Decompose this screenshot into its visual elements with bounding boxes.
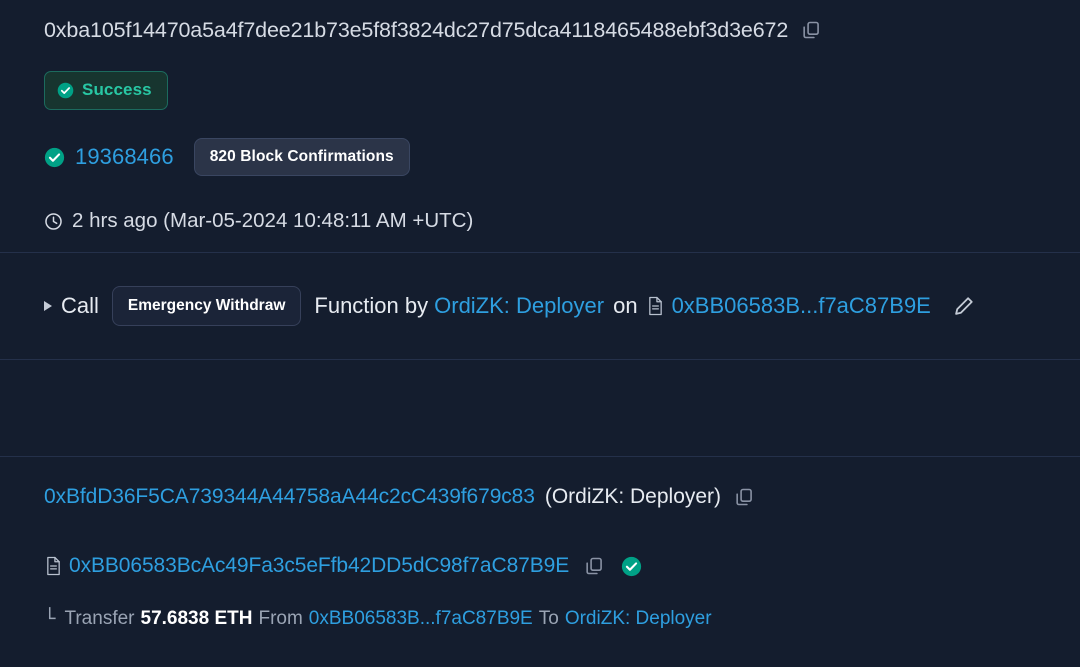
status-badge[interactable]: Success — [44, 70, 168, 110]
document-icon — [647, 296, 665, 317]
block-check-circle-icon — [44, 147, 65, 168]
transfer-label: Transfer — [64, 608, 135, 629]
pencil-icon[interactable] — [951, 293, 977, 319]
copy-contract-address-icon[interactable] — [583, 555, 605, 577]
contract-document-icon — [44, 556, 62, 577]
internal-transfer-row: └ Transfer 57.6838 ETH From 0xBB06583B..… — [0, 595, 1080, 643]
function-call-row: Call Emergency Withdraw Function by Ordi… — [0, 253, 1080, 359]
check-circle-icon — [57, 82, 74, 99]
call-word-label: Call — [61, 293, 99, 318]
block-number-link[interactable]: 19368466 — [75, 144, 174, 170]
block-confirmations-badge: 820 Block Confirmations — [193, 138, 410, 176]
transfer-from-label: From — [258, 608, 303, 629]
copy-transaction-hash-icon[interactable] — [800, 19, 822, 41]
copy-from-address-icon[interactable] — [733, 486, 755, 508]
from-address-alias: (OrdiZK: Deployer) — [544, 485, 722, 508]
timestamp-row: 2 hrs ago (Mar-05-2024 10:48:11 AM +UTC) — [0, 190, 1080, 252]
status-label: Success — [82, 80, 152, 99]
function-by-label: Function by — [314, 293, 429, 318]
caller-link[interactable]: OrdiZK: Deployer — [434, 293, 604, 319]
clock-icon — [44, 212, 63, 231]
from-address-row: 0xBfdD36F5CA739344A44758aA44c2cC439f679c… — [0, 457, 1080, 537]
tree-branch-glyph: └ — [44, 608, 56, 630]
interacted-contract-row: 0xBB06583BcAc49Fa3c5eFfb42DD5dC98f7aC87B… — [0, 537, 1080, 595]
status-row: Success — [0, 56, 1080, 124]
transaction-details-panel: 0xba105f14470a5a4f7dee21b73e5f8f3824dc27… — [0, 0, 1080, 667]
transfer-to-link[interactable]: OrdiZK: Deployer — [565, 608, 712, 630]
block-row: 19368466 820 Block Confirmations — [0, 124, 1080, 190]
function-name-badge: Emergency Withdraw — [111, 286, 302, 326]
interacted-contract-link[interactable]: 0xBB06583BcAc49Fa3c5eFfb42DD5dC98f7aC87B… — [69, 554, 569, 578]
from-address-link[interactable]: 0xBfdD36F5CA739344A44758aA44c2cC439f679c… — [44, 485, 535, 509]
transfer-amount: 57.6838 ETH — [140, 608, 253, 629]
transaction-hash-row: 0xba105f14470a5a4f7dee21b73e5f8f3824dc27… — [0, 0, 1080, 56]
on-word-label: on — [613, 293, 638, 318]
transfer-from-link[interactable]: 0xBB06583B...f7aC87B9E — [309, 608, 533, 630]
contract-address-short-link[interactable]: 0xBB06583B...f7aC87B9E — [672, 293, 931, 319]
empty-section — [0, 360, 1080, 456]
transfer-to-label: To — [538, 608, 559, 629]
caret-right-icon[interactable] — [44, 301, 52, 311]
transaction-hash: 0xba105f14470a5a4f7dee21b73e5f8f3824dc27… — [44, 17, 789, 42]
verified-contract-check-circle-icon — [621, 556, 642, 577]
timestamp-text: 2 hrs ago (Mar-05-2024 10:48:11 AM +UTC) — [72, 209, 474, 232]
